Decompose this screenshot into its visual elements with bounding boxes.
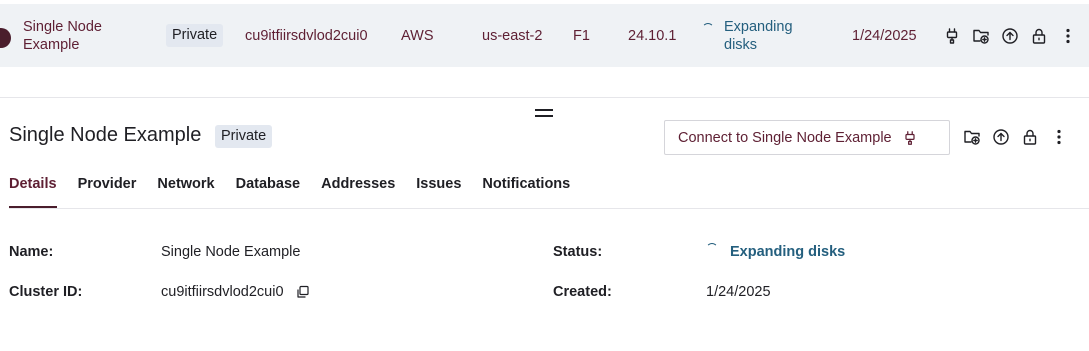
connect-button[interactable]: Connect to Single Node Example (664, 120, 950, 155)
created-value: 1/24/2025 (706, 284, 771, 300)
row-privacy-badge: Private (166, 24, 224, 47)
lock-icon[interactable] (1021, 128, 1039, 146)
tabs-divider (9, 208, 1089, 209)
cluster-id-value: cu9itfiirsdvlod2cui0 (161, 284, 284, 300)
spinner-icon (702, 23, 714, 35)
row-version: 24.10.1 (628, 27, 677, 44)
plug-icon[interactable] (943, 27, 961, 45)
name-value: Single Node Example (161, 244, 301, 260)
row-tier: F1 (573, 27, 590, 44)
row-provider: AWS (401, 27, 434, 44)
status-field: Expanding disks (706, 243, 846, 260)
row-privacy-cell: Private (166, 4, 224, 67)
copy-icon[interactable] (296, 285, 310, 299)
row-status: Expanding disks (702, 4, 809, 67)
row-cluster-id: cu9itfiirsdvlod2cui0 (245, 27, 368, 44)
created-label: Created: (553, 284, 612, 300)
row-region: us-east-2 (482, 27, 543, 44)
cluster-id-label: Cluster ID: (9, 284, 83, 300)
tab-addresses[interactable]: Addresses (321, 176, 395, 205)
lock-icon[interactable] (1030, 27, 1048, 45)
row-created-date: 1/24/2025 (852, 27, 917, 44)
cluster-row[interactable]: Single Node Example Private cu9itfiirsdv… (0, 4, 1089, 67)
connect-button-label: Connect to Single Node Example (678, 129, 892, 146)
more-vertical-icon[interactable] (1050, 128, 1068, 146)
upload-circle-icon[interactable] (1001, 27, 1019, 45)
cluster-id-field: cu9itfiirsdvlod2cui0 (161, 284, 310, 300)
status-value: Expanding disks (730, 244, 846, 260)
detail-tabs: Details Provider Network Database Addres… (9, 176, 570, 209)
tab-notifications[interactable]: Notifications (482, 176, 570, 205)
resize-handle[interactable] (534, 107, 554, 119)
tab-network[interactable]: Network (157, 176, 214, 205)
tab-issues[interactable]: Issues (416, 176, 461, 205)
row-status-text: Expanding disks (724, 18, 793, 53)
page-title: Single Node Example (9, 124, 202, 146)
spinner-icon (706, 243, 718, 255)
folder-add-icon[interactable] (963, 128, 981, 146)
name-label: Name: (9, 244, 54, 260)
row-actions (943, 4, 1077, 67)
tab-details[interactable]: Details (9, 176, 57, 209)
panel-divider (0, 97, 1089, 98)
row-selection-indicator (0, 28, 11, 48)
more-vertical-icon[interactable] (1059, 27, 1077, 45)
status-label: Status: (553, 244, 603, 260)
tab-provider[interactable]: Provider (78, 176, 137, 205)
row-cluster-name[interactable]: Single Node Example (23, 4, 143, 67)
detail-actions (963, 128, 1068, 146)
tab-database[interactable]: Database (236, 176, 300, 205)
folder-add-icon[interactable] (972, 27, 990, 45)
upload-circle-icon[interactable] (992, 128, 1010, 146)
plug-icon (902, 130, 918, 146)
privacy-badge: Private (215, 125, 273, 148)
